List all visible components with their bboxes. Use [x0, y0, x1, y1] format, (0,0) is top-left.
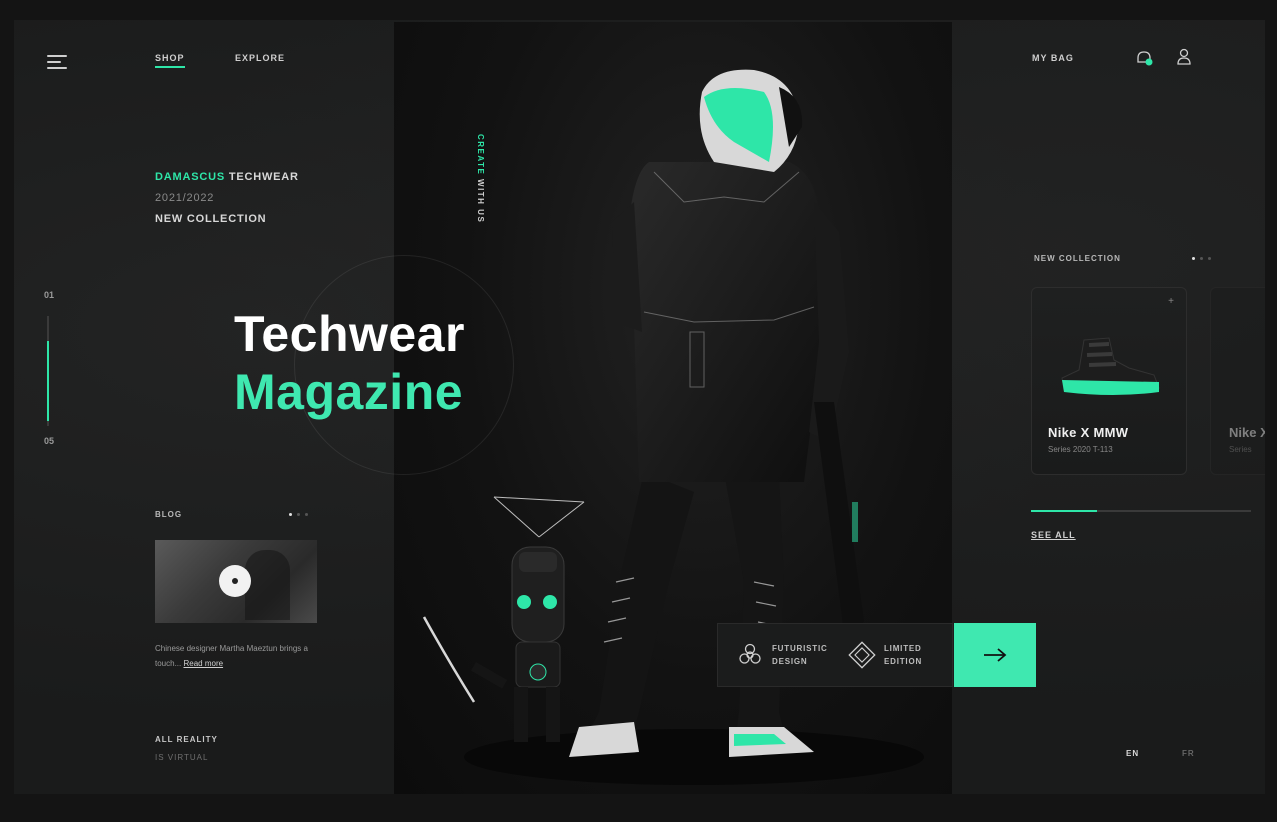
blog-label: BLOG	[155, 510, 183, 519]
product-name: Nike X MMW	[1048, 425, 1129, 440]
blog-excerpt-text: Chinese designer Martha Maeztun brings a…	[155, 644, 308, 668]
add-to-bag-icon[interactable]: +	[1168, 296, 1174, 307]
hero-headline: Techwear Magazine	[234, 305, 465, 421]
feature-futuristic-design: FUTURISTIC DESIGN	[736, 641, 828, 669]
diamond-badge-icon	[848, 641, 876, 669]
brand-accent: DAMASCUS	[155, 171, 225, 183]
robot-companion	[422, 496, 585, 742]
user-icon[interactable]	[1176, 48, 1192, 66]
bell-icon[interactable]	[1134, 48, 1154, 68]
slider-start-number: 01	[44, 290, 55, 300]
hamburger-menu-icon[interactable]	[47, 55, 67, 69]
next-arrow-button[interactable]	[954, 623, 1036, 687]
biohazard-icon	[739, 643, 761, 664]
blog-excerpt: Chinese designer Martha Maeztun brings a…	[155, 641, 325, 671]
feature-1-line2: DESIGN	[772, 657, 808, 666]
feature-limited-edition: LIMITED EDITION	[848, 641, 922, 669]
language-en[interactable]: EN	[1126, 749, 1139, 758]
headline-line-2: Magazine	[234, 364, 464, 420]
feature-2-line1: LIMITED	[884, 644, 922, 653]
brand-rest: TECHWEAR	[224, 171, 299, 183]
feature-2-line2: EDITION	[884, 657, 923, 666]
vertical-tagline: CREATE WITH US	[476, 134, 485, 223]
my-bag-link[interactable]: MY BAG	[1032, 53, 1074, 63]
collection-year: 2021/2022	[155, 192, 215, 204]
sneaker-image	[1061, 337, 1160, 395]
play-icon[interactable]	[219, 565, 251, 597]
vertical-tagline-rest: WITH US	[476, 175, 485, 224]
feature-card: FUTURISTIC DESIGN LIMITED EDITION	[717, 623, 953, 687]
feature-1-line1: FUTURISTIC	[772, 644, 828, 653]
all-reality-block: ALL REALITY IS VIRTUAL	[155, 731, 218, 767]
headline-line-1: Techwear	[234, 306, 465, 362]
all-reality-title: ALL REALITY	[155, 735, 218, 744]
product-card-next[interactable]: Nike X Series	[1210, 287, 1265, 475]
slide-progress-fill	[47, 341, 49, 421]
see-all-link[interactable]: SEE ALL	[1031, 530, 1076, 540]
blog-video-thumbnail[interactable]	[155, 540, 317, 623]
read-more-link[interactable]: Read more	[183, 659, 223, 668]
product-meta-next: Series	[1229, 445, 1252, 454]
collection-label: NEW COLLECTION	[155, 213, 267, 225]
language-fr[interactable]: FR	[1182, 749, 1195, 758]
arrow-right-icon	[984, 648, 1007, 662]
product-name-next: Nike X	[1229, 425, 1265, 440]
product-card[interactable]: + Nike X MMW Series 2020 T-113	[1031, 287, 1187, 475]
all-reality-subtitle: IS VIRTUAL	[155, 753, 209, 762]
nav-shop[interactable]: SHOP	[155, 53, 185, 68]
blog-carousel-dots[interactable]	[289, 513, 308, 516]
vertical-tagline-accent: CREATE	[476, 134, 485, 176]
new-collection-label: NEW COLLECTION	[1034, 254, 1121, 263]
product-carousel-dots[interactable]	[1192, 257, 1211, 260]
slider-end-number: 05	[44, 436, 55, 446]
slide-progress-track[interactable]	[47, 316, 49, 426]
product-meta: Series 2020 T-113	[1048, 445, 1113, 454]
nav-explore[interactable]: EXPLORE	[235, 53, 285, 63]
collection-info: DAMASCUS TECHWEAR 2021/2022 NEW COLLECTI…	[155, 167, 299, 230]
page-frame: SHOP EXPLORE MY BAG DAMASCUS TECHWEAR 20…	[14, 20, 1265, 794]
product-carousel-progress	[1031, 510, 1251, 512]
